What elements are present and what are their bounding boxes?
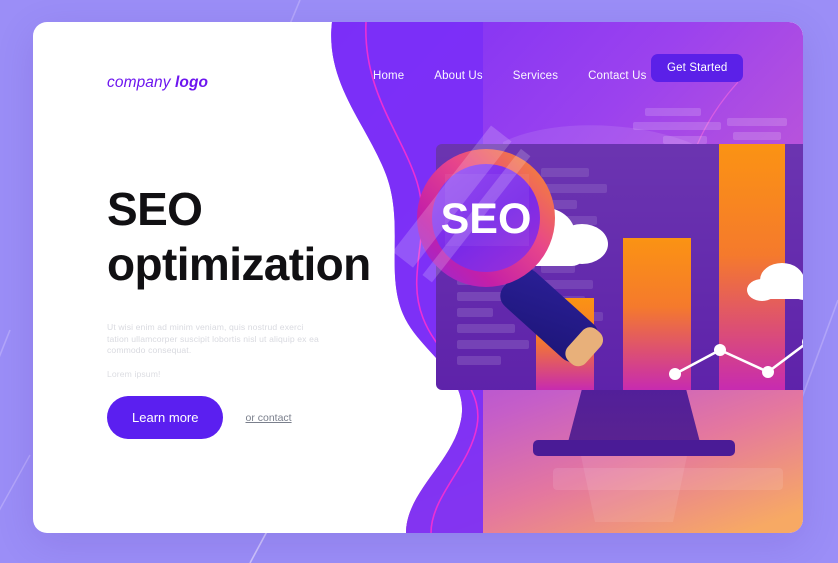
logo-text-bold: logo (175, 74, 209, 91)
hero-paragraph: Ut wisi enim ad minim veniam, quis nostr… (107, 322, 319, 355)
page-title-line-1: SEO (107, 183, 203, 235)
nav-item-about-us[interactable]: About Us (434, 70, 483, 82)
logo-text-light: company (107, 74, 175, 91)
hero-actions: Learn more or contact (107, 396, 292, 439)
hero-card: SEO company logo Home About Us Services … (33, 22, 803, 533)
page-root: SEO company logo Home About Us Services … (0, 0, 838, 563)
nav-item-services[interactable]: Services (513, 70, 558, 82)
hero-copy: SEO optimization Ut wisi enim ad minim v… (107, 182, 407, 379)
learn-more-button[interactable]: Learn more (107, 396, 224, 439)
hero-subnote: Lorem ipsum! (107, 368, 161, 379)
page-title-line-2: optimization (107, 238, 371, 290)
magnifier-seo-label: SEO (441, 195, 532, 243)
company-logo[interactable]: company logo (107, 74, 208, 92)
get-started-button[interactable]: Get Started (651, 54, 744, 82)
nav-item-contact-us[interactable]: Contact Us (588, 70, 646, 82)
or-contact-link[interactable]: or contact (245, 412, 291, 424)
nav-links: Home About Us Services Contact Us (373, 62, 646, 90)
top-navigation: company logo Home About Us Services Cont… (33, 22, 803, 118)
nav-item-home[interactable]: Home (373, 70, 404, 82)
page-title: SEO optimization (107, 182, 407, 292)
